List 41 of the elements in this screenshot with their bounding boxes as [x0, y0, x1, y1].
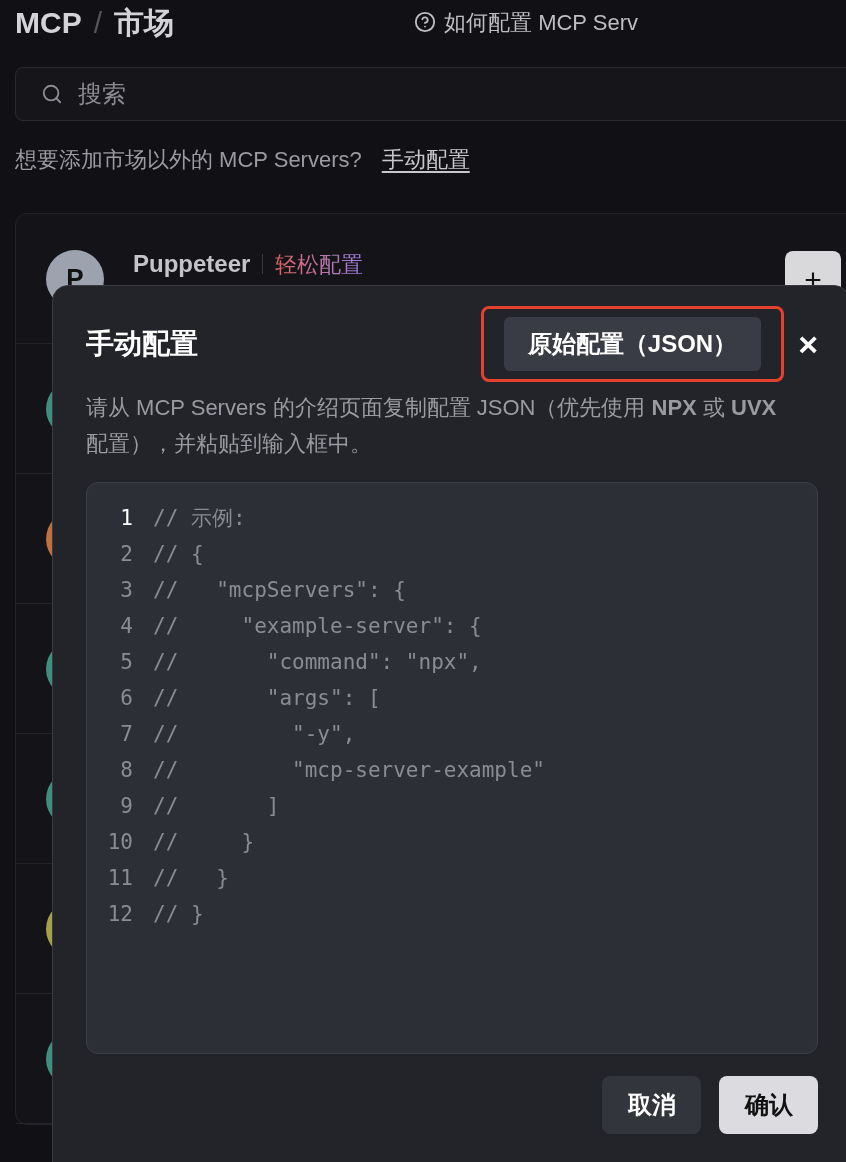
help-icon [414, 11, 436, 33]
search-icon [41, 83, 63, 105]
hint-text: 想要添加市场以外的 MCP Servers? [15, 146, 362, 174]
code-line: // } [153, 901, 204, 929]
line-number: 12 [106, 901, 133, 929]
line-number: 10 [106, 829, 133, 857]
json-editor[interactable]: 1 // 示例: 2 // { 3 // "mcpServers": { 4 // "example-server": { 5 // "command": "npx", 6 // "args": [ 7 // "-y", 8 // "mcp-server-example" 9 // ] 10 // } 11 // } 12 // } [86, 482, 818, 1054]
code-line: // "command": "npx", [153, 649, 482, 677]
breadcrumb-separator: / [93, 4, 102, 41]
server-name: Puppeteer [133, 249, 251, 279]
line-number: 8 [119, 757, 133, 785]
line-number: 4 [119, 613, 133, 641]
search-field[interactable]: 搜索 [15, 67, 846, 121]
close-button[interactable]: × [798, 327, 818, 361]
dialog-title: 手动配置 [86, 327, 198, 361]
code-line: // "-y", [153, 721, 356, 749]
line-number: 7 [119, 721, 133, 749]
raw-json-button[interactable]: 原始配置（JSON） [503, 317, 762, 371]
line-number: 2 [119, 541, 133, 569]
code-line: // "mcpServers": { [153, 577, 406, 605]
line-number: 3 [119, 577, 133, 605]
cancel-button[interactable]: 取消 [602, 1076, 701, 1134]
code-line: // "mcp-server-example" [153, 757, 545, 785]
code-line: // { [153, 541, 204, 569]
page-title: MCP [15, 4, 82, 41]
code-line: // } [153, 865, 229, 893]
line-number: 5 [119, 649, 133, 677]
code-line: // } [153, 829, 255, 857]
code-line: // ] [153, 793, 280, 821]
code-line: // 示例: [153, 505, 246, 533]
code-line: // "example-server": { [153, 613, 482, 641]
code-line: // "args": [ [153, 685, 381, 713]
manual-config-link[interactable]: 手动配置 [381, 143, 470, 176]
confirm-button[interactable]: 确认 [719, 1076, 818, 1134]
page-subtitle: 市场 [114, 4, 174, 41]
line-number: 9 [119, 793, 133, 821]
line-number: 11 [106, 865, 133, 893]
line-number: 6 [119, 685, 133, 713]
help-link[interactable]: 如何配置 MCP Serv [444, 5, 638, 39]
line-number: 1 [119, 505, 133, 533]
dialog-description: 请从 MCP Servers 的介绍页面复制配置 JSON（优先使用 NPX 或 UVX 配置），并粘贴到输入框中。 [86, 394, 778, 458]
